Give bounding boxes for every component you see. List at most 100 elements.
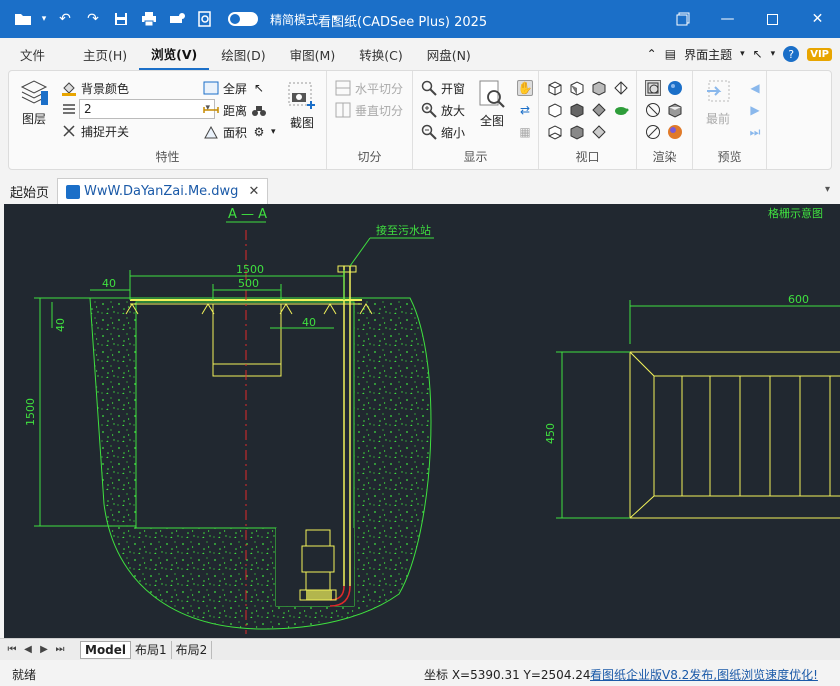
ribbon-group-display: 开窗 放大 缩小 全图 ✋ ⇄ ▦ 显示 (413, 71, 539, 169)
layout-tab-model[interactable]: Model (80, 640, 132, 659)
snap-toggle-button[interactable]: 捕捉开关 (61, 121, 129, 141)
refresh-icon: ⇄ (519, 103, 531, 117)
measure-options-icon[interactable]: ⚙ (251, 124, 267, 140)
theme-label[interactable]: 界面主题 (684, 46, 732, 63)
realistic-sphere-icon[interactable] (667, 124, 683, 140)
prev-button[interactable]: ◀ (747, 78, 763, 98)
layer-icon (20, 80, 48, 105)
print-icon[interactable] (138, 8, 160, 30)
gouraud-icon[interactable] (645, 124, 661, 140)
tab-browse[interactable]: 浏览(V) (139, 38, 210, 70)
ne-iso-cube-icon[interactable] (569, 124, 585, 140)
flat-shade-cube-icon[interactable] (667, 102, 683, 118)
open-window-button[interactable]: 开窗 (421, 78, 465, 98)
redo-icon[interactable]: ↷ (82, 8, 104, 30)
back-view-cube-icon[interactable] (547, 102, 563, 118)
batch-print-icon[interactable] (166, 8, 188, 30)
layout-tabs: ⏮ ◀ ▶ ⏭ Model 布局1 布局2 (0, 638, 840, 660)
right-view-cube-icon[interactable] (569, 102, 585, 118)
drawing-canvas[interactable]: A — A 格栅示意图 接至污水站 1500 500 40 40 40 1500… (4, 204, 840, 638)
tab-file[interactable]: 文件 (8, 38, 57, 70)
layout-tab-2[interactable]: 布局2 (172, 640, 213, 659)
cursor-coordinates: 坐标 X=5390.31 Y=2504.24 (424, 668, 591, 682)
bottom-view-cube-icon[interactable] (547, 124, 563, 140)
area-button[interactable]: 面积 ⚙ ▾ (203, 122, 276, 142)
zoom-in-button[interactable]: 放大 (421, 100, 465, 120)
dwg-file-icon (66, 184, 81, 199)
help-icon[interactable]: ? (783, 46, 800, 62)
turtle-view-icon[interactable] (613, 102, 629, 118)
prev-layout-icon[interactable]: ◀ (20, 644, 36, 655)
section-title: A — A (228, 207, 267, 222)
close-tab-icon[interactable]: ✕ (248, 184, 259, 199)
measure-dropdown-icon[interactable]: ▾ (271, 127, 276, 137)
refresh-button[interactable]: ⇄ (517, 100, 533, 120)
pan-button[interactable]: ✋ (517, 78, 533, 98)
zoom-in-label: 放大 (441, 103, 466, 118)
theme-dropdown-icon[interactable]: ▾ (740, 49, 745, 59)
open-dropdown-icon[interactable]: ▾ (40, 8, 48, 30)
sw-iso-cube-icon[interactable] (591, 102, 607, 118)
tab-review[interactable]: 审图(M) (278, 38, 348, 70)
left-view-cube-icon[interactable] (591, 80, 607, 96)
screenshot-button[interactable]: 截图 (287, 81, 317, 131)
full-view-label: 全图 (479, 114, 504, 128)
minimize-icon[interactable]: — (705, 0, 750, 38)
collapse-ribbon-icon[interactable]: ⌃ (647, 47, 657, 61)
tab-list-dropdown-icon[interactable]: ▾ (825, 184, 830, 195)
close-icon[interactable]: ✕ (795, 0, 840, 38)
group-label-split: 切分 (357, 150, 382, 164)
tab-start-page[interactable]: 起始页 (2, 178, 57, 204)
save-icon[interactable] (110, 8, 132, 30)
line-width-combo[interactable]: 2 ▾ (79, 99, 215, 119)
shaded-sphere-icon[interactable] (667, 80, 683, 96)
tab-cloud[interactable]: 网盘(N) (415, 38, 483, 70)
vip-badge[interactable]: VIP (807, 47, 832, 61)
nw-iso-cube-icon[interactable] (591, 124, 607, 140)
fullscreen-button[interactable]: 全屏 ↖ (203, 78, 267, 98)
maximize-icon[interactable] (750, 0, 795, 38)
cursor-icon[interactable]: ↖ (753, 47, 763, 61)
undo-icon[interactable]: ↶ (54, 8, 76, 30)
thumbnail-button[interactable]: ▦ (517, 122, 533, 142)
restore-down-icon[interactable] (660, 0, 705, 38)
first-layout-icon[interactable]: ⏮ (4, 644, 20, 655)
hsplit-button[interactable]: 水平切分 (335, 78, 403, 98)
open-folder-icon[interactable] (12, 8, 34, 30)
iso-view-cube-icon[interactable] (613, 80, 629, 96)
hidden-line-icon[interactable] (645, 102, 661, 118)
zoom-out-button[interactable]: 缩小 (421, 122, 465, 142)
print-preview-icon[interactable] (194, 8, 216, 30)
tab-dwg-file[interactable]: WwW.DaYanZai.Me.dwg ✕ (57, 178, 269, 204)
next-button[interactable]: ▶ (747, 100, 763, 120)
zoom-out-label: 缩小 (441, 125, 466, 140)
layout-tab-1[interactable]: 布局1 (131, 640, 172, 659)
tab-convert[interactable]: 转换(C) (347, 38, 414, 70)
dim-40-side: 40 (54, 318, 67, 332)
promo-link[interactable]: 看图纸企业版V8.2发布,图纸浏览速度优化! (590, 666, 818, 683)
last-button[interactable]: ⏭ (747, 122, 763, 142)
bg-color-label: 背景颜色 (81, 81, 130, 96)
cursor-dropdown-icon[interactable]: ▾ (771, 49, 776, 59)
wireframe-2d-icon[interactable] (645, 80, 661, 96)
hsplit-icon (335, 80, 351, 96)
top-view-cube-icon[interactable] (547, 80, 563, 96)
snap-label: 捕捉开关 (81, 124, 130, 139)
last-layout-icon[interactable]: ⏭ (52, 644, 68, 655)
distance-button[interactable]: 距离 (203, 100, 267, 120)
layer-button[interactable]: 图层 (19, 77, 49, 127)
full-view-button[interactable]: 全图 (477, 79, 507, 129)
tab-home[interactable]: 主页(H) (71, 38, 139, 70)
tab-draw[interactable]: 绘图(D) (209, 38, 277, 70)
select-cursor-icon[interactable]: ↖ (251, 80, 267, 96)
front-view-cube-icon[interactable] (569, 80, 585, 96)
bring-front-button[interactable]: 最前 (703, 77, 733, 127)
binoculars-icon[interactable] (251, 102, 267, 118)
simple-mode-toggle[interactable] (228, 12, 258, 26)
bg-color-button[interactable]: 背景颜色 (61, 78, 129, 98)
open-window-label: 开窗 (441, 81, 466, 96)
next-layout-icon[interactable]: ▶ (36, 644, 52, 655)
hsplit-label: 水平切分 (355, 81, 404, 96)
vsplit-button[interactable]: 垂直切分 (335, 100, 403, 120)
theme-icon[interactable]: ▤ (665, 47, 676, 61)
